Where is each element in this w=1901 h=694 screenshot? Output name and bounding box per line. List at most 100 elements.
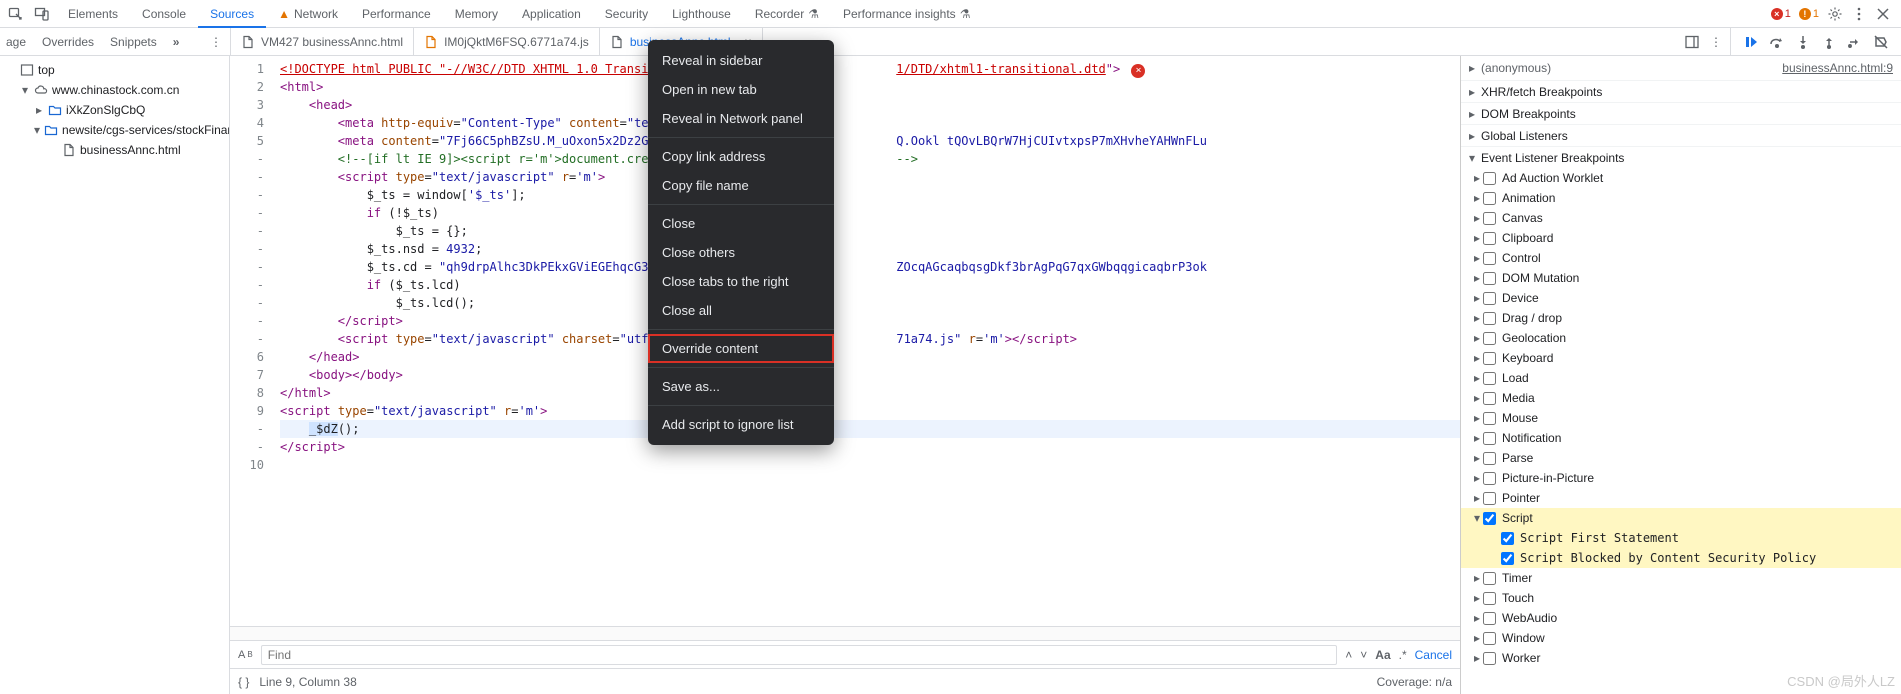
panel-section[interactable]: ▸Global Listeners [1461, 124, 1901, 146]
event-category[interactable]: ▸DOM Mutation [1461, 268, 1901, 288]
file-tab-menu-icon[interactable]: ⋮ [1710, 35, 1722, 49]
event-checkbox[interactable] [1483, 212, 1496, 225]
event-category[interactable]: ▸Load [1461, 368, 1901, 388]
find-input[interactable] [261, 645, 1338, 665]
event-checkbox[interactable] [1483, 572, 1496, 585]
panel-section[interactable]: ▸XHR/fetch Breakpoints [1461, 80, 1901, 102]
step-button[interactable] [1847, 34, 1863, 50]
top-tab-network[interactable]: ▲Network [266, 0, 350, 27]
event-category[interactable]: ▸Notification [1461, 428, 1901, 448]
horiz-scrollbar[interactable] [230, 626, 1460, 640]
tree-frame[interactable]: top [0, 60, 229, 80]
event-checkbox[interactable] [1483, 312, 1496, 325]
event-category[interactable]: ▸Device [1461, 288, 1901, 308]
event-checkbox[interactable] [1483, 292, 1496, 305]
resume-button[interactable] [1743, 34, 1759, 50]
event-category[interactable]: ▸Worker [1461, 648, 1901, 668]
event-checkbox[interactable] [1483, 632, 1496, 645]
event-checkbox[interactable] [1483, 512, 1496, 525]
event-checkbox[interactable] [1483, 192, 1496, 205]
event-checkbox[interactable] [1483, 492, 1496, 505]
event-category[interactable]: ▸Drag / drop [1461, 308, 1901, 328]
event-checkbox[interactable] [1501, 532, 1514, 545]
ctx-item[interactable]: Copy link address [648, 142, 834, 171]
top-tab-recorder[interactable]: Recorder ⚗ [743, 0, 831, 27]
event-checkbox[interactable] [1483, 432, 1496, 445]
event-category[interactable]: Script First Statement [1461, 528, 1901, 548]
ctx-item[interactable]: Add script to ignore list [648, 410, 834, 439]
step-out-button[interactable] [1821, 34, 1837, 50]
event-checkbox[interactable] [1483, 612, 1496, 625]
ctx-item[interactable]: Close all [648, 296, 834, 325]
ctx-item[interactable]: Reveal in sidebar [648, 46, 834, 75]
code-area[interactable]: <!DOCTYPE html PUBLIC "-//W3C//DTD XHTML… [274, 56, 1460, 626]
event-category[interactable]: ▸Ad Auction Worklet [1461, 168, 1901, 188]
event-checkbox[interactable] [1483, 172, 1496, 185]
event-checkbox[interactable] [1483, 652, 1496, 665]
event-category[interactable]: ▸Timer [1461, 568, 1901, 588]
event-checkbox[interactable] [1483, 452, 1496, 465]
event-category[interactable]: ▸WebAudio [1461, 608, 1901, 628]
top-tab-elements[interactable]: Elements [56, 0, 130, 27]
close-devtools-icon[interactable] [1875, 6, 1891, 22]
tree-folder[interactable]: ▸iXkZonSlgCbQ [0, 100, 229, 120]
more-icon[interactable] [1851, 6, 1867, 22]
top-tab-application[interactable]: Application [510, 0, 593, 27]
event-category[interactable]: ▸Media [1461, 388, 1901, 408]
event-checkbox[interactable] [1483, 472, 1496, 485]
nav-tab-snippets[interactable]: Snippets [110, 35, 157, 49]
top-tab-sources[interactable]: Sources [198, 0, 266, 27]
device-toggle-icon[interactable] [34, 6, 50, 22]
event-checkbox[interactable] [1483, 332, 1496, 345]
next-match-icon[interactable]: ˅ [1360, 648, 1367, 662]
event-category[interactable]: ▸Canvas [1461, 208, 1901, 228]
callframe-label[interactable]: (anonymous) [1481, 61, 1551, 75]
settings-icon[interactable] [1827, 6, 1843, 22]
regex-toggle[interactable]: .* [1399, 648, 1407, 662]
event-category[interactable]: ▸Geolocation [1461, 328, 1901, 348]
nav-menu-icon[interactable]: ⋮ [210, 35, 222, 49]
event-category[interactable]: Script Blocked by Content Security Polic… [1461, 548, 1901, 568]
step-over-button[interactable] [1769, 34, 1785, 50]
ctx-item[interactable]: Close others [648, 238, 834, 267]
panel-section[interactable]: ▸DOM Breakpoints [1461, 102, 1901, 124]
prev-match-icon[interactable]: ˄ [1345, 648, 1352, 662]
nav-tab-overrides[interactable]: Overrides [42, 35, 94, 49]
event-category[interactable]: ▸Parse [1461, 448, 1901, 468]
error-icon[interactable]: × [1131, 64, 1145, 78]
event-category[interactable]: ▾Script [1461, 508, 1901, 528]
event-category[interactable]: ▸Window [1461, 628, 1901, 648]
expand-icon[interactable]: ▸ [1469, 61, 1475, 75]
top-tab-security[interactable]: Security [593, 0, 660, 27]
file-tab[interactable]: IM0jQktM6FSQ.6771a74.js [414, 28, 600, 55]
nav-more-icon[interactable]: » [173, 35, 180, 49]
ctx-item[interactable]: Override content [648, 334, 834, 363]
panel-section[interactable]: ▾Event Listener Breakpoints [1461, 146, 1901, 168]
find-cancel-button[interactable]: Cancel [1415, 648, 1452, 662]
event-checkbox[interactable] [1483, 372, 1496, 385]
event-category[interactable]: ▸Animation [1461, 188, 1901, 208]
tree-cloud[interactable]: ▾www.chinastock.com.cn [0, 80, 229, 100]
event-checkbox[interactable] [1483, 352, 1496, 365]
ctx-item[interactable]: Close tabs to the right [648, 267, 834, 296]
panel-layout-icon[interactable] [1684, 34, 1700, 50]
event-category[interactable]: ▸Picture-in-Picture [1461, 468, 1901, 488]
ctx-item[interactable]: Copy file name [648, 171, 834, 200]
event-checkbox[interactable] [1483, 592, 1496, 605]
warning-badge[interactable]: !1 [1799, 8, 1819, 20]
top-tab-console[interactable]: Console [130, 0, 198, 27]
step-into-button[interactable] [1795, 34, 1811, 50]
event-category[interactable]: ▸Control [1461, 248, 1901, 268]
callframe-link[interactable]: businessAnnc.html:9 [1782, 61, 1893, 75]
event-category[interactable]: ▸Pointer [1461, 488, 1901, 508]
match-case-toggle[interactable]: Aa [1375, 648, 1390, 662]
event-category[interactable]: ▸Keyboard [1461, 348, 1901, 368]
top-tab-performance-insights[interactable]: Performance insights ⚗ [831, 0, 982, 27]
event-category[interactable]: ▸Mouse [1461, 408, 1901, 428]
top-tab-memory[interactable]: Memory [443, 0, 510, 27]
deactivate-button[interactable] [1873, 34, 1889, 50]
event-checkbox[interactable] [1483, 272, 1496, 285]
pretty-print-icon[interactable]: { } [238, 675, 249, 689]
event-checkbox[interactable] [1483, 252, 1496, 265]
event-checkbox[interactable] [1483, 412, 1496, 425]
